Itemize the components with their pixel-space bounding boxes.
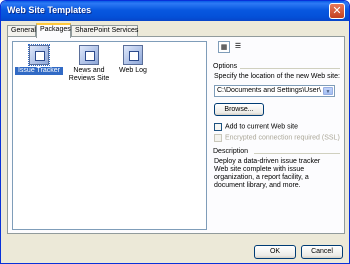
location-label: Specify the location of the new Web site… [214, 73, 340, 80]
tab-sharepoint-services-label: SharePoint Services [75, 27, 139, 34]
description-divider [254, 153, 340, 154]
template-issue-tracker-label: Issue Tracker [15, 67, 63, 75]
template-news-reviews[interactable]: News and Reviews Site [65, 45, 113, 83]
ok-button[interactable]: OK [254, 245, 296, 259]
encrypted-connection-box[interactable] [214, 134, 222, 142]
template-issue-tracker[interactable]: Issue Tracker [15, 44, 63, 75]
template-news-reviews-label: News and Reviews Site [68, 67, 110, 82]
cancel-button[interactable]: Cancel [301, 245, 343, 259]
large-icons-icon: ▦ [220, 44, 228, 51]
add-to-current-label: Add to current Web site [225, 123, 299, 131]
packages-panel: Issue Tracker News and Reviews Site Web … [7, 36, 345, 234]
encrypted-connection-label: Encrypted connection required (SSL) [225, 134, 340, 142]
window-title: Web Site Templates [7, 5, 92, 15]
close-button[interactable]: ✕ [329, 3, 345, 19]
add-to-current-checkbox[interactable]: Add to current Web site [214, 123, 298, 132]
web-site-templates-dialog: Web Site Templates ✕ General Packages Sh… [0, 0, 350, 264]
web-log-icon [123, 45, 143, 65]
options-heading: Options [213, 63, 238, 70]
title-bar[interactable]: Web Site Templates ✕ [1, 1, 349, 21]
close-icon: ✕ [332, 4, 342, 17]
tab-general-label: General [11, 27, 36, 34]
browse-button[interactable]: Browse... [214, 103, 264, 116]
ok-button-label: OK [269, 248, 281, 255]
template-list[interactable]: Issue Tracker News and Reviews Site Web … [12, 41, 207, 230]
tab-packages-label: Packages [40, 26, 71, 33]
description-text: Deploy a data-driven issue tracker Web s… [214, 158, 321, 189]
options-divider [240, 68, 340, 69]
template-web-log-label: Web Log [119, 67, 147, 74]
description-heading: Description [213, 148, 249, 155]
cancel-button-label: Cancel [311, 248, 333, 255]
tab-packages[interactable]: Packages [36, 23, 71, 38]
location-value: C:\Documents and Settings\User\My [217, 87, 321, 94]
browse-button-label: Browse... [224, 106, 254, 113]
view-buttons: ▦ ☰ [218, 41, 248, 53]
details-view-button[interactable]: ☰ [232, 41, 244, 53]
add-to-current-box[interactable] [214, 123, 222, 131]
details-list-icon: ☰ [234, 43, 242, 50]
template-web-log[interactable]: Web Log [109, 45, 157, 75]
issue-tracker-icon [28, 44, 50, 66]
large-icons-view-button[interactable]: ▦ [218, 41, 230, 53]
chevron-down-icon[interactable]: ▼ [323, 87, 333, 95]
location-combobox[interactable]: C:\Documents and Settings\User\My ▼ [214, 85, 335, 97]
encrypted-connection-checkbox[interactable]: Encrypted connection required (SSL) [214, 134, 340, 143]
news-reviews-icon [79, 45, 99, 65]
